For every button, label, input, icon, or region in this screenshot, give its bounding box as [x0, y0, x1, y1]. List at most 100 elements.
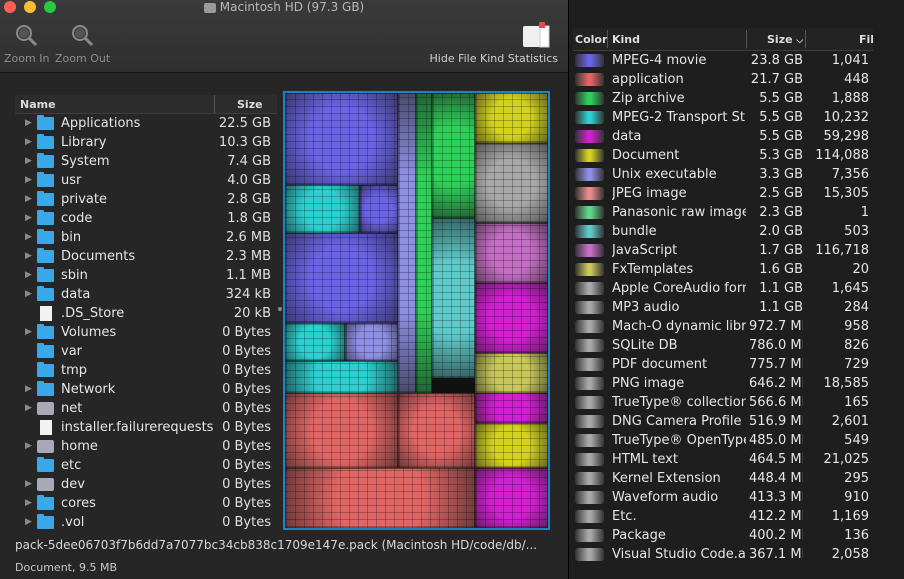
disclosure-triangle-icon[interactable]: ▶ — [25, 171, 32, 190]
disclosure-triangle-icon[interactable]: ▶ — [25, 285, 32, 304]
treemap-cell[interactable] — [475, 468, 548, 528]
treemap-cell[interactable] — [285, 468, 475, 528]
treemap-cell[interactable] — [398, 393, 475, 468]
treemap-cell[interactable] — [432, 218, 475, 378]
treemap-cell[interactable] — [475, 423, 548, 468]
kind-row[interactable]: TrueType® collection font566.6 MB 165 — [573, 393, 873, 412]
disclosure-triangle-icon[interactable]: ▶ — [25, 437, 32, 456]
disclosure-triangle-icon[interactable]: ▶ — [25, 228, 32, 247]
column-name-header[interactable]: Name — [20, 98, 56, 111]
tree-row[interactable]: ▶ private 2.8 GB — [15, 190, 277, 209]
zoom-out-button[interactable]: Zoom Out — [55, 22, 110, 65]
kind-row[interactable]: MP3 audio 1.1 GB 284 — [573, 298, 873, 317]
kind-row[interactable]: Apple CoreAudio format 1.1 GB 1,645 — [573, 279, 873, 298]
kind-row[interactable]: JavaScript 1.7 GB 116,718 — [573, 241, 873, 260]
column-size-header[interactable]: Size ⌵ — [767, 33, 803, 46]
kind-row[interactable]: Mach-O dynamic library972.7 MB 958 — [573, 317, 873, 336]
file-tree[interactable]: Name Size ▶ Applications 22.5 GB ▶ Library 10… — [15, 95, 277, 530]
column-kind-header[interactable]: Kind — [612, 33, 640, 46]
column-size-header[interactable]: Size — [237, 98, 263, 111]
disclosure-triangle-icon[interactable]: ▶ — [25, 190, 32, 209]
tree-row[interactable]: ▶ Network 0 Bytes — [15, 380, 277, 399]
kind-row[interactable]: Visual Studio Code.app367.1 MB 2,058 — [573, 545, 873, 564]
disclosure-triangle-icon[interactable]: ▶ — [25, 513, 32, 530]
tree-row[interactable]: ▶ home 0 Bytes — [15, 437, 277, 456]
treemap[interactable] — [283, 91, 550, 530]
tree-row[interactable]: var 0 Bytes — [15, 342, 277, 361]
tree-row[interactable]: installer.failurerequests 0 Bytes — [15, 418, 277, 437]
kind-row[interactable]: MPEG-2 Transport Stream 5.5 GB 10,232 — [573, 108, 873, 127]
disclosure-triangle-icon[interactable]: ▶ — [25, 475, 32, 494]
tree-row[interactable]: ▶ cores 0 Bytes — [15, 494, 277, 513]
kind-row[interactable]: Panasonic raw image 2.3 GB 1 — [573, 203, 873, 222]
tree-row[interactable]: etc 0 Bytes — [15, 456, 277, 475]
kind-row[interactable]: application 21.7 GB 448 — [573, 70, 873, 89]
kind-row[interactable]: data 5.5 GB 59,298 — [573, 127, 873, 146]
tree-row[interactable]: ▶ net 0 Bytes — [15, 399, 277, 418]
tree-row[interactable]: ▶ code 1.8 GB — [15, 209, 277, 228]
column-divider[interactable] — [805, 30, 806, 48]
tree-row[interactable]: ▶ usr 4.0 GB — [15, 171, 277, 190]
kind-row[interactable]: PDF document 775.7 MB 729 — [573, 355, 873, 374]
treemap-cell[interactable] — [398, 93, 416, 393]
disclosure-triangle-icon[interactable]: ▶ — [25, 114, 32, 133]
treemap-cell[interactable] — [475, 353, 548, 393]
disclosure-triangle-icon[interactable]: ▶ — [25, 247, 32, 266]
treemap-cell[interactable] — [432, 93, 475, 218]
kind-row[interactable]: MPEG-4 movie 23.8 GB 1,041 — [573, 51, 873, 70]
treemap-cell[interactable] — [285, 233, 398, 323]
column-divider[interactable] — [746, 30, 747, 48]
treemap-cell[interactable] — [285, 185, 360, 233]
tree-row[interactable]: ▶ .vol 0 Bytes — [15, 513, 277, 530]
disclosure-triangle-icon[interactable]: ▶ — [25, 152, 32, 171]
treemap-cell[interactable] — [475, 283, 548, 353]
column-divider[interactable] — [607, 30, 608, 48]
kind-row[interactable]: SQLite DB 786.0 MB 826 — [573, 336, 873, 355]
treemap-cell[interactable] — [416, 93, 432, 393]
disclosure-triangle-icon[interactable]: ▶ — [25, 266, 32, 285]
treemap-cell[interactable] — [285, 393, 398, 468]
kind-row[interactable]: PNG image 646.2 MB 18,585 — [573, 374, 873, 393]
kind-row[interactable]: Zip archive 5.5 GB 1,888 — [573, 89, 873, 108]
kind-row[interactable]: HTML text 464.5 MB 21,025 — [573, 450, 873, 469]
treemap-cell[interactable] — [285, 93, 398, 185]
zoom-in-button[interactable]: Zoom In — [4, 22, 49, 65]
treemap-cell[interactable] — [475, 93, 548, 143]
disclosure-triangle-icon[interactable]: ▶ — [25, 133, 32, 152]
kind-row[interactable]: bundle 2.0 GB 503 — [573, 222, 873, 241]
hide-file-kind-statistics-button[interactable]: Hide File Kind Statistics — [430, 22, 558, 65]
kind-row[interactable]: Package 400.2 MB 136 — [573, 526, 873, 545]
tree-row[interactable]: ▶ bin 2.6 MB — [15, 228, 277, 247]
column-files-header[interactable]: Files — [859, 33, 873, 46]
file-kind-table[interactable]: Color Kind Size ⌵ Files MPEG-4 movie 23.8… — [573, 28, 873, 579]
treemap-cell[interactable] — [475, 393, 548, 423]
disclosure-triangle-icon[interactable]: ▶ — [25, 399, 32, 418]
tree-row[interactable]: ▶ Applications 22.5 GB — [15, 114, 277, 133]
kind-row[interactable]: JPEG image 2.5 GB 15,305 — [573, 184, 873, 203]
disclosure-triangle-icon[interactable]: ▶ — [25, 380, 32, 399]
kind-row[interactable]: Kernel Extension 448.4 MB 295 — [573, 469, 873, 488]
column-divider[interactable] — [214, 95, 215, 113]
treemap-cell[interactable] — [285, 323, 345, 361]
tree-row[interactable]: ▶ Documents 2.3 MB — [15, 247, 277, 266]
treemap-cell[interactable] — [360, 185, 398, 233]
kind-row[interactable]: TrueType® OpenType® font485.0 MB 549 — [573, 431, 873, 450]
kind-row[interactable]: Waveform audio 413.3 MB 910 — [573, 488, 873, 507]
kind-row[interactable]: Unix executable 3.3 GB 7,356 — [573, 165, 873, 184]
tree-row[interactable]: ▶ Volumes 0 Bytes — [15, 323, 277, 342]
disclosure-triangle-icon[interactable]: ▶ — [25, 209, 32, 228]
treemap-cell[interactable] — [475, 143, 548, 223]
tree-row[interactable]: ▶ sbin 1.1 MB — [15, 266, 277, 285]
treemap-cell[interactable] — [475, 223, 548, 283]
kind-row[interactable]: Etc. 412.2 MB 1,169 — [573, 507, 873, 526]
column-color-header[interactable]: Color — [575, 33, 607, 46]
split-view-handle[interactable] — [278, 307, 282, 311]
kind-row[interactable]: FxTemplates 1.6 GB 20 — [573, 260, 873, 279]
disclosure-triangle-icon[interactable]: ▶ — [25, 323, 32, 342]
treemap-cell[interactable] — [285, 361, 398, 393]
tree-row[interactable]: .DS_Store 20 kB — [15, 304, 277, 323]
treemap-cell[interactable] — [345, 323, 398, 361]
kind-row[interactable]: Document 5.3 GB 114,088 — [573, 146, 873, 165]
kind-row[interactable]: DNG Camera Profile file516.9 MB 2,601 — [573, 412, 873, 431]
tree-row[interactable]: ▶ data 324 kB — [15, 285, 277, 304]
